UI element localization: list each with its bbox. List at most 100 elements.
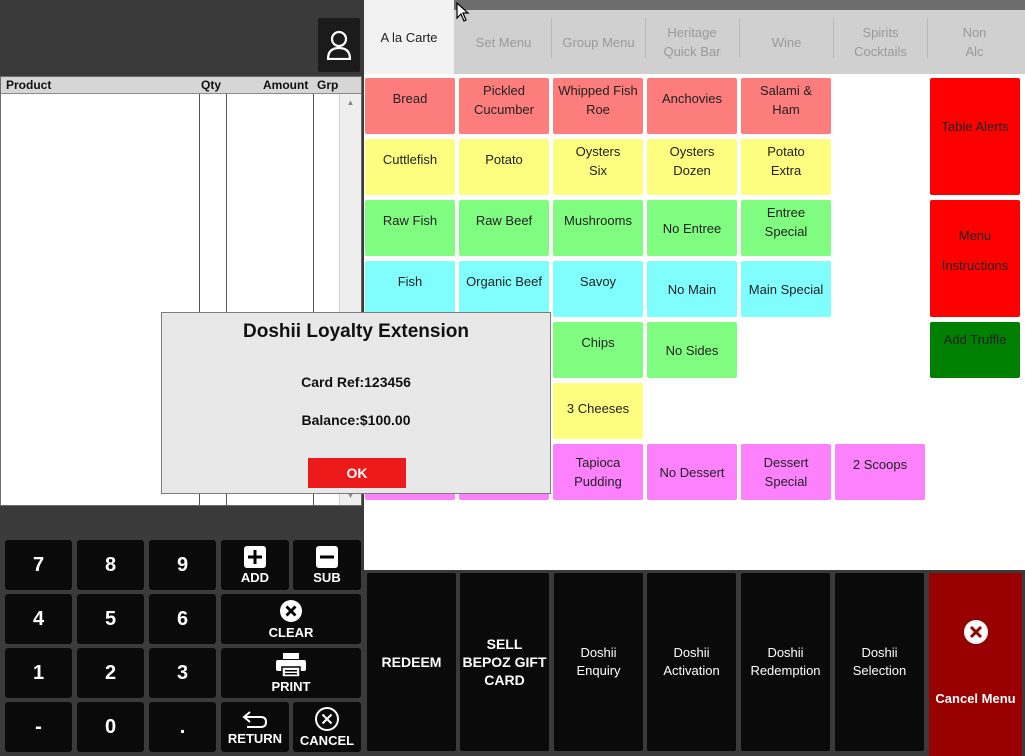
tab-label: A la Carte [380, 29, 438, 45]
tab-spirits-cocktails[interactable]: Spirits Cocktails [834, 10, 927, 74]
redeem-button[interactable]: REDEEM [367, 573, 456, 751]
key-7[interactable]: 7 [5, 540, 72, 590]
menu-item-label: Pickled Cucumber [474, 83, 534, 117]
mouse-cursor-icon [456, 2, 470, 22]
menu-item-no-dessert[interactable]: No Dessert [647, 444, 737, 500]
menu-item-label: Savoy [579, 274, 617, 289]
menu-item-organic-beef[interactable]: Organic Beef [459, 261, 549, 317]
menu-item-chips[interactable]: Chips [553, 322, 643, 378]
menu-item-entree-special[interactable]: Entree Special [741, 200, 831, 256]
side-button-label: Add Truffle [943, 332, 1007, 347]
menu-item-label: Dessert Special [763, 455, 809, 489]
menu-item-main-special[interactable]: Main Special [741, 261, 831, 317]
menu-item-oysters-six[interactable]: Oysters Six [553, 139, 643, 195]
tab-wine[interactable]: Wine [740, 10, 833, 74]
menu-item-oysters-dozen[interactable]: Oysters Dozen [647, 139, 737, 195]
doshii-activation-button[interactable]: Doshii Activation [647, 573, 736, 751]
sell-gift-card-label: SELL BEPOZ GIFT CARD [462, 636, 547, 688]
menu-item-savoy[interactable]: Savoy [553, 261, 643, 317]
menu-item-label: Entree Special [764, 205, 808, 239]
table-alerts-button[interactable]: Table Alerts [930, 78, 1020, 195]
tab-label: Non Alc [962, 25, 987, 59]
menu-item-label: 2 Scoops [852, 457, 908, 472]
key-0[interactable]: 0 [77, 702, 144, 752]
menu-item-label: Raw Fish [382, 213, 438, 228]
menu-item-potato-extra[interactable]: Potato Extra [741, 139, 831, 195]
key-9[interactable]: 9 [149, 540, 216, 590]
key-decimal[interactable]: . [149, 702, 216, 752]
user-button[interactable] [318, 18, 360, 72]
menu-item-anchovies[interactable]: Anchovies [647, 78, 737, 134]
menu-item-no-main[interactable]: No Main [647, 261, 737, 317]
key-2[interactable]: 2 [77, 648, 144, 698]
key-label: . [179, 715, 186, 738]
dialog-title: Doshii Loyalty Extension [243, 321, 469, 342]
menu-item-no-sides[interactable]: No Sides [647, 322, 737, 378]
menu-item-label: Salami & Ham [759, 83, 813, 117]
menu-item-label: Organic Beef [466, 274, 542, 289]
minus-icon [316, 545, 338, 568]
key-label: 0 [104, 715, 117, 738]
menu-item-raw-fish[interactable]: Raw Fish [365, 200, 455, 256]
tab-heritage-quick-bar[interactable]: Heritage Quick Bar [648, 10, 736, 74]
menu-item-potato[interactable]: Potato [459, 139, 549, 195]
key-label: 3 [176, 661, 189, 684]
doshii-selection-button[interactable]: Doshii Selection [835, 573, 924, 751]
cancel-menu-button[interactable]: Cancel Menu [929, 573, 1022, 756]
cancel-button[interactable]: CANCEL [293, 702, 361, 752]
doshii-redemption-button[interactable]: Doshii Redemption [741, 573, 830, 751]
menu-item-bread[interactable]: Bread [365, 78, 455, 134]
key-5[interactable]: 5 [77, 594, 144, 644]
menu-item-whipped-fish-roe[interactable]: Whipped Fish Roe [553, 78, 643, 134]
menu-item-tapioca-pudding[interactable]: Tapioca Pudding [553, 444, 643, 500]
menu-item-mushrooms[interactable]: Mushrooms [553, 200, 643, 256]
key-4[interactable]: 4 [5, 594, 72, 644]
sub-button[interactable]: SUB [293, 540, 361, 590]
menu-item-salami-ham[interactable]: Salami & Ham [741, 78, 831, 134]
key-8[interactable]: 8 [77, 540, 144, 590]
key-6[interactable]: 6 [149, 594, 216, 644]
card-ref: Card Ref:123456 [301, 374, 411, 390]
plus-icon [244, 545, 266, 568]
tab-set-menu[interactable]: Set Menu [456, 10, 551, 74]
scroll-up-icon[interactable]: ▲ [340, 96, 361, 110]
menu-item-label: No Dessert [659, 464, 725, 480]
tab-a-la-carte[interactable]: A la Carte [364, 0, 454, 74]
menu-item-2-scoops[interactable]: 2 Scoops [835, 444, 925, 500]
doshii-enquiry-button[interactable]: Doshii Enquiry [554, 573, 643, 751]
key-1[interactable]: 1 [5, 648, 72, 698]
return-button[interactable]: RETURN [221, 702, 289, 752]
menu-item-fish[interactable]: Fish [365, 261, 455, 317]
tab-group-menu[interactable]: Group Menu [552, 10, 645, 74]
clear-button[interactable]: CLEAR [221, 594, 361, 644]
menu-item-label: Chips [581, 335, 615, 350]
menu-item-label: Main Special [748, 281, 824, 297]
sell-gift-card-button[interactable]: SELL BEPOZ GIFT CARD [460, 573, 549, 751]
menu-item-label: Raw Beef [475, 213, 533, 228]
add-button[interactable]: ADD [221, 540, 289, 590]
menu-item-cuttlefish[interactable]: Cuttlefish [365, 139, 455, 195]
menu-item-dessert-special[interactable]: Dessert Special [741, 444, 831, 500]
key-label: 1 [32, 661, 45, 684]
menu-item-3-cheeses[interactable]: 3 Cheeses [553, 383, 643, 439]
balance: Balance:$100.00 [301, 412, 411, 428]
menu-item-label: Whipped Fish Roe [558, 83, 638, 117]
add-truffle-button[interactable]: Add Truffle [930, 322, 1020, 378]
key-label: 8 [104, 553, 117, 576]
menu-item-label: Potato [485, 152, 523, 167]
tab-non-alc[interactable]: Non Alc [928, 10, 1021, 74]
column-product: Product [6, 78, 52, 92]
menu-item-pickled-cucumber[interactable]: Pickled Cucumber [459, 78, 549, 134]
close-circle-icon [964, 620, 988, 644]
print-button[interactable]: PRINT [221, 648, 361, 698]
menu-item-label: No Entree [662, 220, 722, 236]
menu-instructions-button[interactable]: Menu Instructions [930, 200, 1020, 317]
ok-button[interactable]: OK [308, 458, 406, 488]
doshii-activation-label: Doshii Activation [663, 645, 720, 678]
cancel-menu-label: Cancel Menu [935, 691, 1016, 706]
menu-item-raw-beef[interactable]: Raw Beef [459, 200, 549, 256]
key-minus[interactable]: - [5, 702, 72, 752]
menu-item-no-entree[interactable]: No Entree [647, 200, 737, 256]
menu-item-label: Cuttlefish [382, 152, 438, 167]
key-3[interactable]: 3 [149, 648, 216, 698]
